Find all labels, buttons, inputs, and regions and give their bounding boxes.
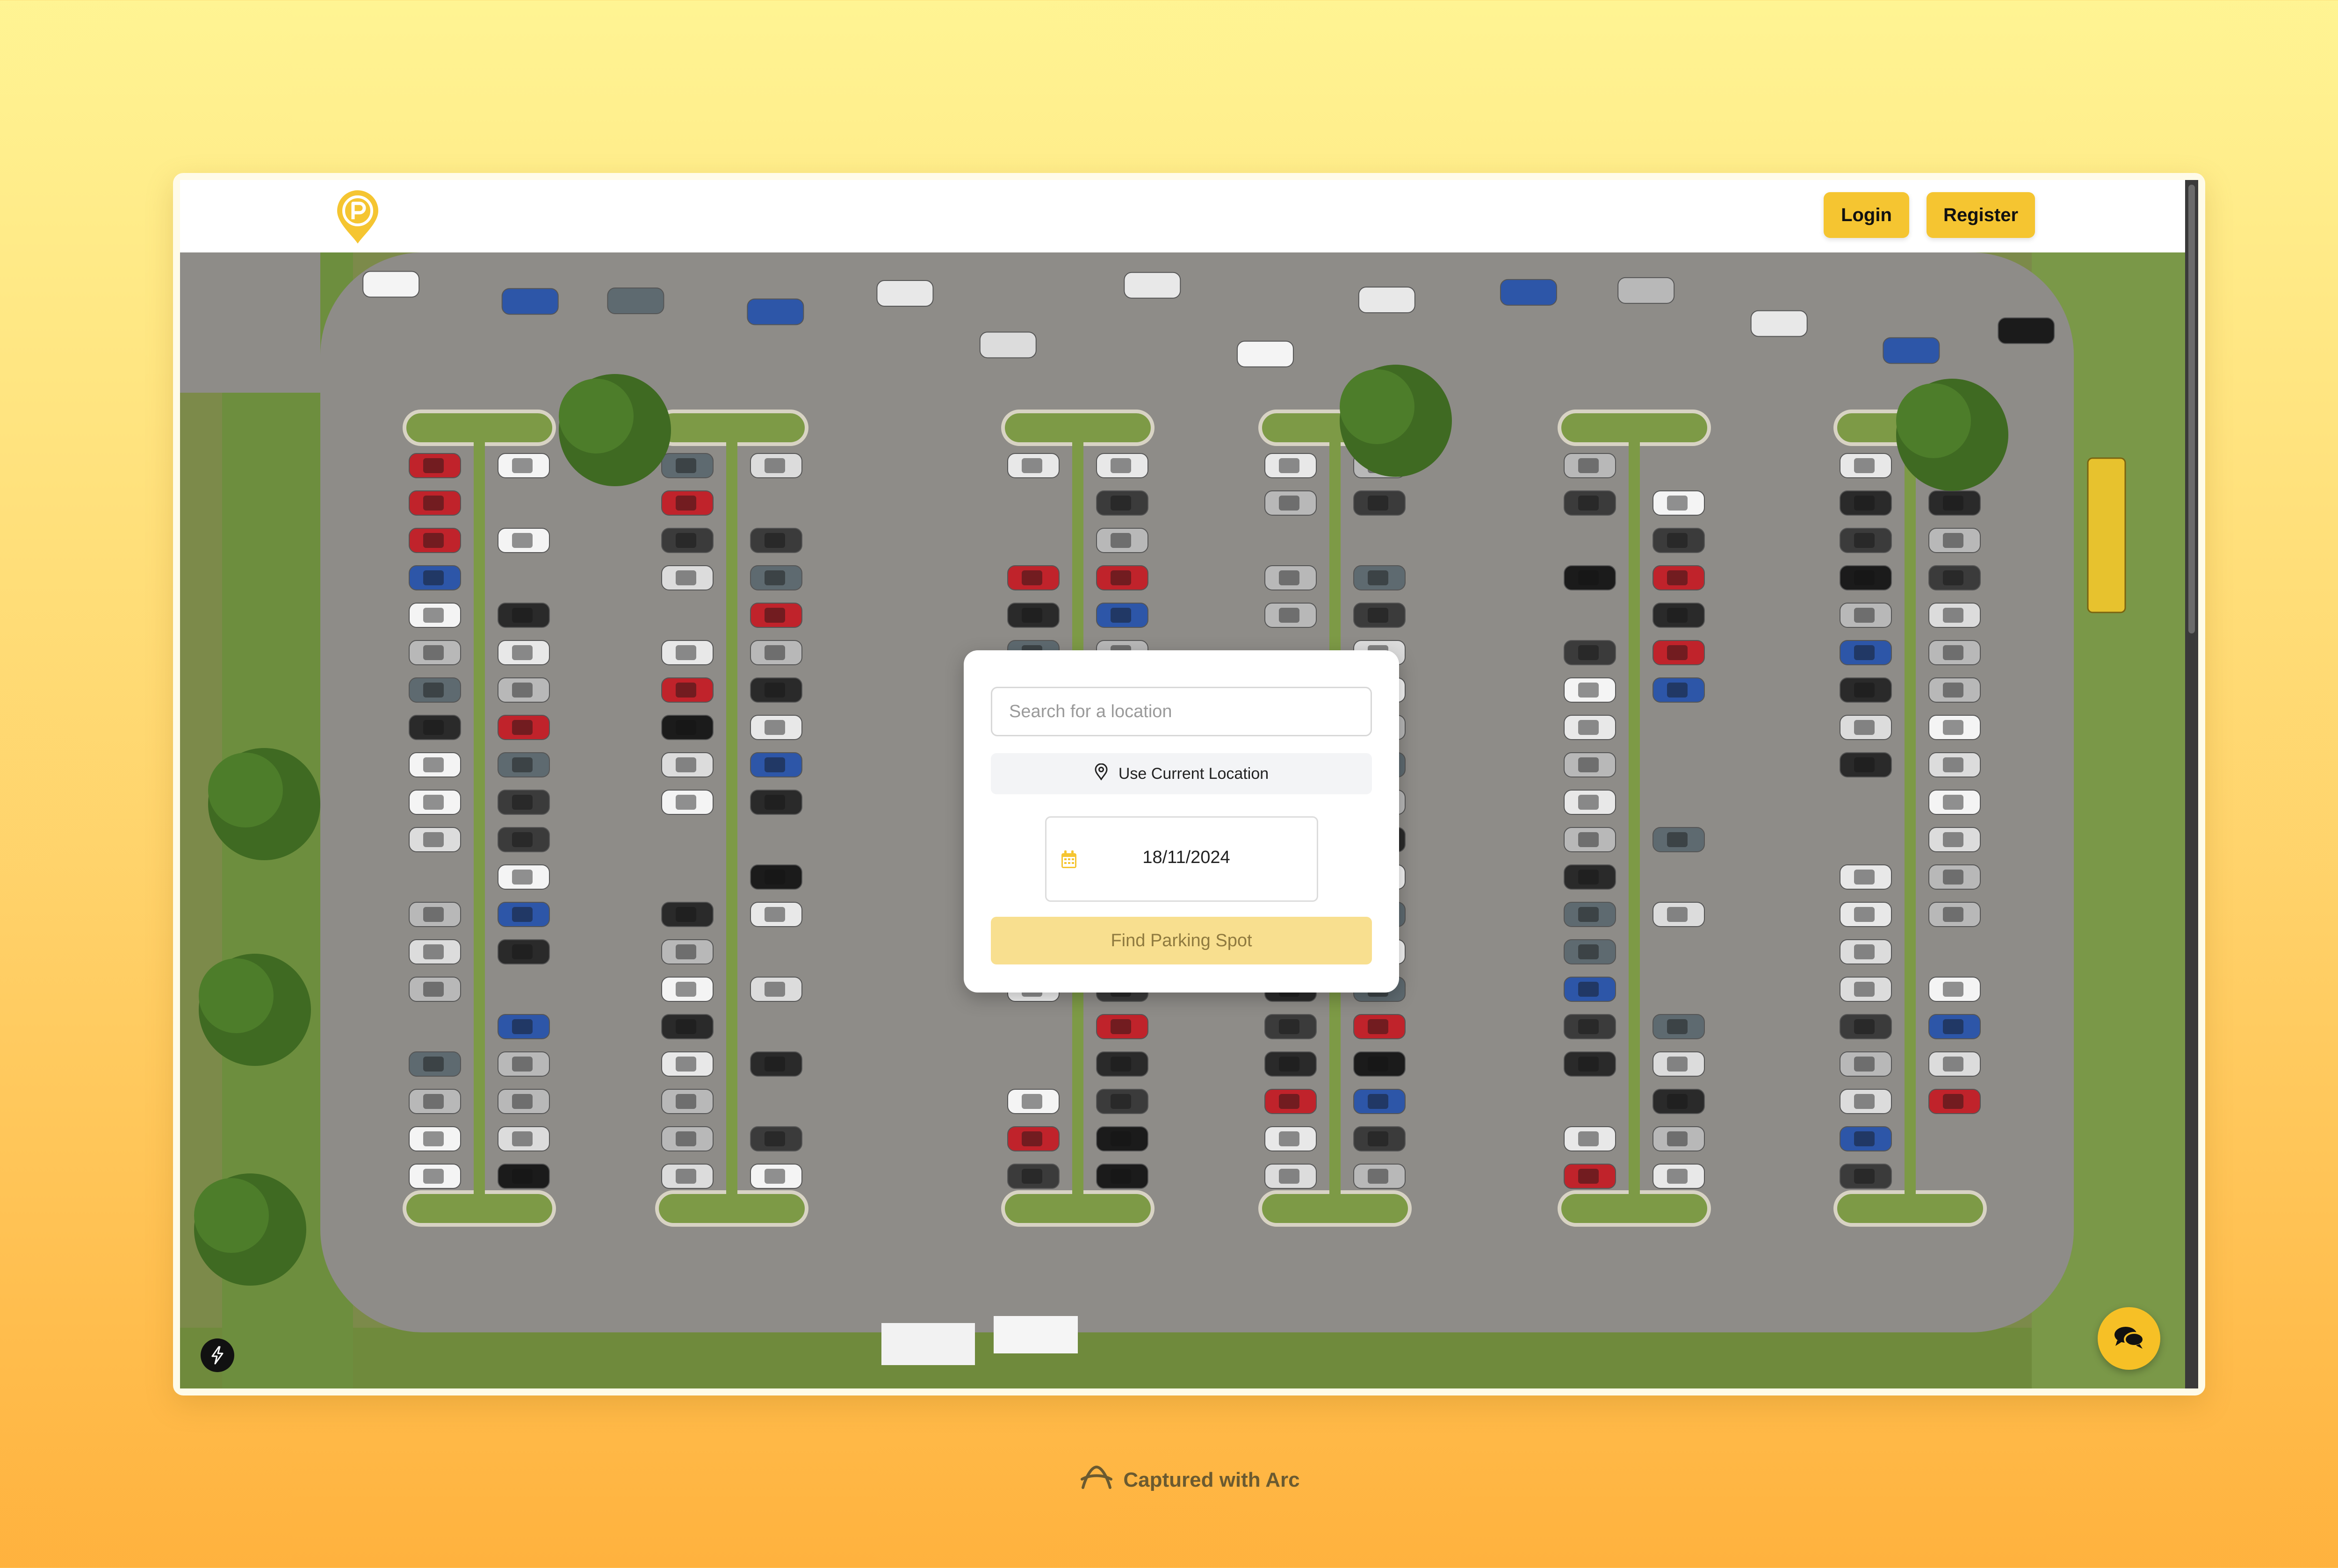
search-card: Use Current Location 18/11/2024 Find Par…: [964, 650, 1399, 993]
find-parking-spot-button[interactable]: Find Parking Spot: [991, 917, 1372, 964]
chat-button[interactable]: [2098, 1307, 2160, 1370]
map-pin-icon: [1094, 763, 1118, 784]
capture-footer: Captured with Arc: [0, 1463, 2338, 1496]
page-viewport: Login Register Use Current Location: [180, 180, 2198, 1388]
capture-label: Captured with Arc: [1123, 1468, 1300, 1491]
scrollbar-thumb[interactable]: [2188, 185, 2195, 633]
parking-pin-icon[interactable]: [334, 189, 381, 245]
date-picker[interactable]: 18/11/2024: [1045, 816, 1318, 902]
arc-logo-icon: [1079, 1463, 1123, 1496]
top-navbar: Login Register: [180, 180, 2185, 252]
browser-window: Login Register Use Current Location: [173, 173, 2205, 1395]
use-current-location-label: Use Current Location: [1118, 764, 1269, 783]
login-button[interactable]: Login: [1824, 192, 1909, 238]
use-current-location-button[interactable]: Use Current Location: [991, 753, 1372, 794]
search-input[interactable]: [991, 687, 1372, 736]
lightning-bolt-icon[interactable]: [201, 1338, 234, 1372]
scrollbar[interactable]: [2185, 180, 2198, 1388]
register-button[interactable]: Register: [1927, 192, 2035, 238]
chat-bubbles-icon: [2114, 1324, 2144, 1353]
date-value: 18/11/2024: [1142, 848, 1230, 867]
